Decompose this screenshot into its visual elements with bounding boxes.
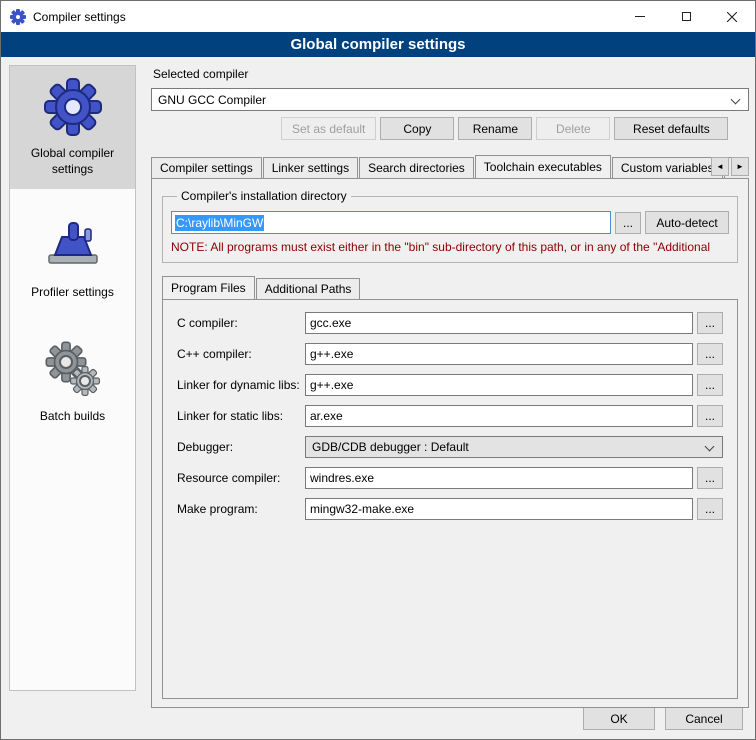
static-linker-label: Linker for static libs: bbox=[177, 409, 305, 423]
minimize-button[interactable] bbox=[617, 1, 663, 32]
dialog-footer: OK Cancel bbox=[583, 707, 743, 730]
close-button[interactable] bbox=[709, 1, 755, 32]
installation-directory-value: C:\raylib\MinGW bbox=[175, 215, 264, 231]
sidebar-item-label: Batch builds bbox=[14, 409, 131, 425]
settings-tabs: Compiler settings Linker settings Search… bbox=[151, 154, 749, 178]
c-compiler-row: C compiler: ... bbox=[177, 312, 723, 334]
dialog-header: Global compiler settings bbox=[1, 32, 755, 57]
minimize-icon bbox=[635, 16, 645, 17]
sidebar-item-label: Profiler settings bbox=[14, 285, 131, 301]
subtab-program-files[interactable]: Program Files bbox=[162, 276, 255, 299]
c-compiler-browse-button[interactable]: ... bbox=[697, 312, 723, 334]
chevron-down-icon bbox=[705, 442, 715, 452]
tab-scroll-right-button[interactable]: ► bbox=[731, 157, 749, 176]
resource-compiler-input[interactable] bbox=[305, 467, 693, 489]
cpp-compiler-label: C++ compiler: bbox=[177, 347, 305, 361]
dialog-header-title: Global compiler settings bbox=[290, 36, 465, 53]
tab-compiler-settings[interactable]: Compiler settings bbox=[151, 157, 262, 178]
maximize-button[interactable] bbox=[663, 1, 709, 32]
profiler-icon bbox=[41, 213, 105, 277]
debugger-row: Debugger: GDB/CDB debugger : Default bbox=[177, 436, 723, 458]
compiler-action-row: Set as default Copy Rename Delete Reset … bbox=[151, 117, 749, 140]
installation-directory-input[interactable]: C:\raylib\MinGW bbox=[171, 211, 611, 234]
sidebar-item-batch-builds[interactable]: Batch builds bbox=[10, 329, 135, 437]
make-program-input[interactable] bbox=[305, 498, 693, 520]
app-icon bbox=[10, 9, 26, 25]
tab-custom-variables[interactable]: Custom variables bbox=[612, 157, 723, 178]
tab-linker-settings[interactable]: Linker settings bbox=[263, 157, 358, 178]
debugger-select[interactable]: GDB/CDB debugger : Default bbox=[305, 436, 723, 458]
static-linker-row: Linker for static libs: ... bbox=[177, 405, 723, 427]
sidebar-item-label: Global compiler settings bbox=[14, 146, 131, 177]
static-linker-browse-button[interactable]: ... bbox=[697, 405, 723, 427]
window-title: Compiler settings bbox=[33, 10, 126, 24]
chevron-down-icon bbox=[731, 95, 741, 105]
compiler-select-value: GNU GCC Compiler bbox=[158, 93, 266, 107]
dynamic-linker-input[interactable] bbox=[305, 374, 693, 396]
dynamic-linker-browse-button[interactable]: ... bbox=[697, 374, 723, 396]
auto-detect-button[interactable]: Auto-detect bbox=[645, 211, 729, 234]
make-program-browse-button[interactable]: ... bbox=[697, 498, 723, 520]
close-icon bbox=[727, 12, 737, 22]
dynamic-linker-row: Linker for dynamic libs: ... bbox=[177, 374, 723, 396]
installation-directory-row: C:\raylib\MinGW ... Auto-detect bbox=[171, 211, 729, 234]
installation-directory-group: Compiler's installation directory C:\ray… bbox=[162, 189, 738, 263]
dynamic-linker-label: Linker for dynamic libs: bbox=[177, 378, 305, 392]
compiler-settings-window: Compiler settings Global compiler settin… bbox=[0, 0, 756, 740]
reset-defaults-button[interactable]: Reset defaults bbox=[614, 117, 728, 140]
subtab-additional-paths[interactable]: Additional Paths bbox=[256, 278, 361, 299]
make-program-label: Make program: bbox=[177, 502, 305, 516]
titlebar: Compiler settings bbox=[1, 1, 755, 32]
resource-compiler-label: Resource compiler: bbox=[177, 471, 305, 485]
tab-toolchain-executables[interactable]: Toolchain executables bbox=[475, 155, 611, 178]
tab-search-directories[interactable]: Search directories bbox=[359, 157, 474, 178]
make-program-row: Make program: ... bbox=[177, 498, 723, 520]
debugger-label: Debugger: bbox=[177, 440, 305, 454]
cpp-compiler-row: C++ compiler: ... bbox=[177, 343, 723, 365]
cancel-button[interactable]: Cancel bbox=[665, 707, 743, 730]
maximize-icon bbox=[682, 12, 691, 21]
resource-compiler-row: Resource compiler: ... bbox=[177, 467, 723, 489]
debugger-select-value: GDB/CDB debugger : Default bbox=[312, 440, 469, 454]
sidebar: Global compiler settings Profiler settin… bbox=[9, 65, 136, 691]
bin-directory-note: NOTE: All programs must exist either in … bbox=[171, 240, 729, 254]
set-as-default-button: Set as default bbox=[281, 117, 376, 140]
browse-directory-button[interactable]: ... bbox=[615, 212, 641, 234]
gear-icon bbox=[41, 74, 105, 138]
c-compiler-label: C compiler: bbox=[177, 316, 305, 330]
static-linker-input[interactable] bbox=[305, 405, 693, 427]
batch-builds-icon bbox=[41, 337, 105, 401]
program-files-panel: C compiler: ... C++ compiler: ... Linker… bbox=[162, 299, 738, 699]
tab-scroll-left-button[interactable]: ◄ bbox=[711, 157, 729, 176]
c-compiler-input[interactable] bbox=[305, 312, 693, 334]
ok-button[interactable]: OK bbox=[583, 707, 655, 730]
program-subtabs: Program Files Additional Paths bbox=[162, 275, 738, 299]
cpp-compiler-browse-button[interactable]: ... bbox=[697, 343, 723, 365]
resource-compiler-browse-button[interactable]: ... bbox=[697, 467, 723, 489]
selected-compiler-label: Selected compiler bbox=[153, 67, 749, 82]
cpp-compiler-input[interactable] bbox=[305, 343, 693, 365]
delete-button: Delete bbox=[536, 117, 610, 140]
tab-scroll-arrows: ◄ ► bbox=[711, 157, 749, 176]
toolchain-executables-panel: Compiler's installation directory C:\ray… bbox=[151, 178, 749, 708]
copy-button[interactable]: Copy bbox=[380, 117, 454, 140]
main-area: Selected compiler GNU GCC Compiler Set a… bbox=[151, 63, 749, 708]
window-controls bbox=[617, 1, 755, 32]
sidebar-item-profiler-settings[interactable]: Profiler settings bbox=[10, 205, 135, 313]
installation-directory-legend: Compiler's installation directory bbox=[177, 189, 351, 203]
sidebar-item-global-compiler-settings[interactable]: Global compiler settings bbox=[10, 66, 135, 189]
compiler-select[interactable]: GNU GCC Compiler bbox=[151, 88, 749, 111]
rename-button[interactable]: Rename bbox=[458, 117, 532, 140]
